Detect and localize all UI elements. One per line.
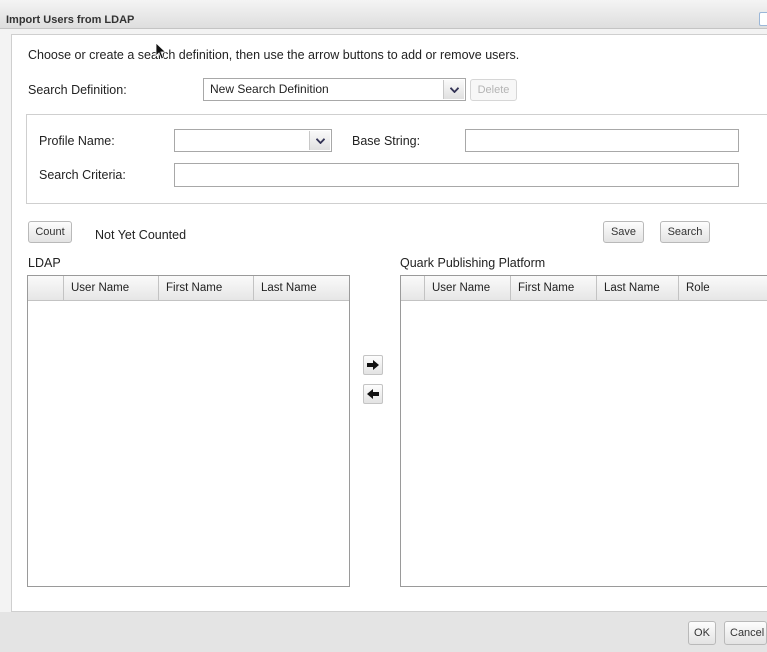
qpp-username-column[interactable]: User Name xyxy=(425,276,511,300)
chevron-down-icon[interactable] xyxy=(309,131,330,150)
count-status: Not Yet Counted xyxy=(95,228,187,242)
qpp-select-column[interactable] xyxy=(401,276,425,300)
dialog-title: Import Users from LDAP xyxy=(6,14,135,26)
mouse-pointer-icon xyxy=(155,42,167,60)
ldap-grid-header: User Name First Name Last Name xyxy=(28,276,349,301)
base-string-input[interactable] xyxy=(465,129,739,152)
instructions-text: Choose or create a search definition, th… xyxy=(28,48,520,62)
ok-button[interactable]: OK xyxy=(688,621,716,645)
qpp-firstname-column[interactable]: First Name xyxy=(511,276,597,300)
count-button[interactable]: Count xyxy=(28,221,72,243)
base-string-label: Base String: xyxy=(352,134,421,148)
search-button[interactable]: Search xyxy=(660,221,710,243)
remove-users-button[interactable] xyxy=(363,384,383,404)
ldap-title: LDAP xyxy=(28,256,61,270)
search-definition-value: New Search Definition xyxy=(210,82,329,96)
close-icon[interactable] xyxy=(759,12,767,26)
arrow-left-icon xyxy=(367,389,379,399)
search-definition-select[interactable]: New Search Definition xyxy=(203,78,466,101)
ldap-username-column[interactable]: User Name xyxy=(64,276,159,300)
cancel-button[interactable]: Cancel xyxy=(724,621,767,645)
search-criteria-input[interactable] xyxy=(174,163,739,187)
search-definition-label: Search Definition: xyxy=(28,83,127,97)
save-button[interactable]: Save xyxy=(603,221,644,243)
profile-name-select[interactable] xyxy=(174,129,332,152)
add-users-button[interactable] xyxy=(363,355,383,375)
delete-button[interactable]: Delete xyxy=(470,79,517,101)
qpp-users-grid[interactable]: User Name First Name Last Name Role xyxy=(400,275,767,587)
qpp-lastname-column[interactable]: Last Name xyxy=(597,276,679,300)
ldap-lastname-column[interactable]: Last Name xyxy=(254,276,349,300)
ldap-users-grid[interactable]: User Name First Name Last Name xyxy=(27,275,350,587)
dialog-titlebar: Import Users from LDAP xyxy=(0,0,767,29)
arrow-right-icon xyxy=(367,360,379,370)
qpp-role-column[interactable]: Role xyxy=(679,276,767,300)
chevron-down-icon[interactable] xyxy=(443,80,464,99)
ldap-select-column[interactable] xyxy=(28,276,64,300)
search-criteria-label: Search Criteria: xyxy=(39,168,126,182)
dialog-footer xyxy=(0,612,767,652)
profile-name-label: Profile Name: xyxy=(39,134,115,148)
profile-settings-box xyxy=(26,114,767,204)
ldap-firstname-column[interactable]: First Name xyxy=(159,276,254,300)
qpp-grid-header: User Name First Name Last Name Role xyxy=(401,276,767,301)
qpp-title: Quark Publishing Platform xyxy=(400,256,546,270)
